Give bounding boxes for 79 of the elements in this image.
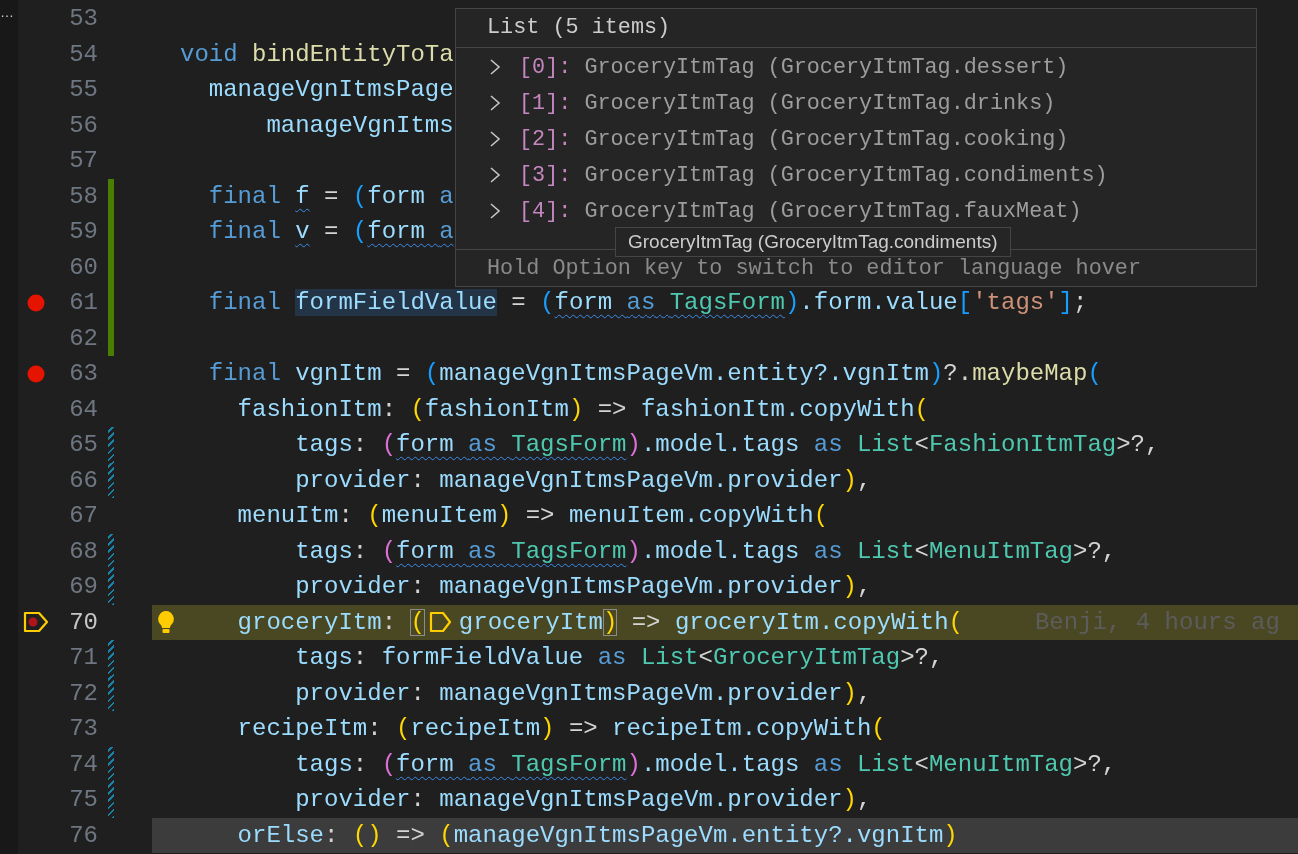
blame-annotation: Benji, 4 hours ag bbox=[1034, 607, 1280, 638]
line-number: 53 bbox=[69, 5, 98, 32]
line-number: 66 bbox=[69, 466, 98, 494]
code-text: final f = (form a bbox=[207, 181, 454, 212]
code-text: provider: manageVgnItmsPageVm.provider), bbox=[294, 785, 872, 815]
code-text: provider: manageVgnItmsPageVm.provider), bbox=[294, 678, 872, 709]
modified-lines-marker[interactable] bbox=[108, 675, 114, 711]
code-text: tags: (form as TagsForm).model.tags as List<FashionItmTag>?, bbox=[294, 430, 1160, 460]
line-number: 59 bbox=[69, 218, 98, 245]
code-text: final formFieldValue = (form as TagsForm).form.value['tags']; bbox=[207, 288, 1088, 318]
item-index: [1]: bbox=[519, 90, 572, 116]
line-number: 69 bbox=[69, 573, 98, 600]
code-text: final v = (form a bbox=[207, 217, 454, 247]
line-number: 54 bbox=[69, 40, 98, 68]
code-text: manageVgnItmsPage bbox=[207, 75, 454, 105]
modified-lines-marker[interactable] bbox=[108, 569, 114, 605]
code-text: menuItm: (menuItem) => menuItem.copyWith( bbox=[236, 501, 829, 531]
line-number: 75 bbox=[69, 786, 98, 813]
line-number: 70 bbox=[69, 608, 98, 636]
item-value: GroceryItmTag (GroceryItmTag.drinks) bbox=[584, 90, 1056, 116]
tooltip: GroceryItmTag (GroceryItmTag.condiments) bbox=[615, 227, 1011, 257]
code-text: manageVgnItms bbox=[265, 110, 454, 141]
line-number: 63 bbox=[69, 360, 98, 387]
code-text: fashionItm: (fashionItm) => fashionItm.copyWith( bbox=[236, 394, 929, 425]
modified-lines-marker[interactable] bbox=[108, 640, 114, 676]
item-index: [2]: bbox=[519, 126, 572, 152]
truncated-label: … bbox=[0, 4, 14, 20]
code-text: void bindEntityToTa bbox=[180, 39, 454, 70]
lightbulb-icon[interactable] bbox=[157, 610, 175, 635]
item-index: [3]: bbox=[519, 162, 572, 188]
item-value: GroceryItmTag (GroceryItmTag.fauxMeat) bbox=[584, 198, 1082, 224]
item-value: GroceryItmTag (GroceryItmTag.dessert) bbox=[584, 54, 1069, 80]
chevron-icon[interactable] bbox=[488, 94, 502, 112]
line-number: 67 bbox=[69, 502, 98, 529]
line-number: 55 bbox=[69, 76, 98, 103]
code-text: recipeItm: (recipeItm) => recipeItm.copyWith( bbox=[236, 714, 886, 744]
chevron-icon[interactable] bbox=[488, 130, 502, 148]
code-text: orElse: () => (manageVgnItmsPageVm.entity?.vgnItm) bbox=[236, 820, 958, 851]
line-number: 73 bbox=[69, 715, 98, 742]
breakpoint-icon[interactable] bbox=[27, 293, 45, 312]
code-text: tags: (form as TagsForm).model.tags as List<MenuItmTag>?, bbox=[294, 749, 1117, 780]
line-number: 65 bbox=[69, 431, 98, 458]
modified-lines-marker[interactable] bbox=[108, 533, 114, 569]
line-number: 60 bbox=[69, 253, 98, 281]
line-number: 72 bbox=[69, 679, 98, 707]
added-lines-marker[interactable] bbox=[108, 178, 114, 214]
line-number: 58 bbox=[69, 182, 98, 210]
modified-lines-marker[interactable] bbox=[108, 782, 114, 818]
line-number: 68 bbox=[69, 537, 98, 565]
added-lines-marker[interactable] bbox=[108, 320, 114, 356]
item-index: [4]: bbox=[519, 198, 572, 224]
modified-lines-marker[interactable] bbox=[108, 746, 114, 782]
chevron-icon[interactable] bbox=[488, 202, 502, 220]
modified-lines-marker[interactable] bbox=[108, 462, 114, 498]
item-index: [0]: bbox=[519, 54, 572, 80]
item-value: GroceryItmTag (GroceryItmTag.condiments) bbox=[584, 162, 1108, 188]
code-text: groceryItm) => groceryItm.copyWith( bbox=[458, 607, 963, 638]
modified-lines-marker[interactable] bbox=[108, 427, 114, 463]
code-text: tags: (form as TagsForm).model.tags as List<MenuItmTag>?, bbox=[294, 536, 1117, 567]
line-number: 71 bbox=[69, 644, 98, 671]
line-number: 62 bbox=[69, 324, 98, 352]
paused-breakpoint-icon[interactable] bbox=[23, 611, 49, 634]
code-text: final vgnItm = (manageVgnItmsPageVm.entity?.vgnItm)?.maybeMap( bbox=[207, 359, 1102, 389]
line-number: 74 bbox=[69, 750, 98, 778]
line-number: 57 bbox=[69, 147, 98, 174]
line-number: 56 bbox=[69, 111, 98, 139]
line-number: 64 bbox=[69, 395, 98, 423]
line-number: 76 bbox=[69, 821, 98, 849]
breakpoint-icon[interactable] bbox=[27, 364, 45, 383]
hover-hint: Hold Option key to switch to editor language hover bbox=[487, 256, 1141, 281]
chevron-icon[interactable] bbox=[488, 58, 502, 76]
line-number: 61 bbox=[69, 289, 98, 316]
code-text: provider: manageVgnItmsPageVm.provider), bbox=[294, 465, 872, 496]
code-text: tags: formFieldValue as List<GroceryItmTag>?, bbox=[294, 643, 944, 673]
code-text: provider: manageVgnItmsPageVm.provider), bbox=[294, 572, 872, 602]
code-text: groceryItm: ( bbox=[236, 607, 425, 638]
hover-title: List (5 items) bbox=[487, 15, 671, 40]
item-value: GroceryItmTag (GroceryItmTag.cooking) bbox=[584, 126, 1069, 152]
chevron-icon[interactable] bbox=[488, 166, 502, 184]
